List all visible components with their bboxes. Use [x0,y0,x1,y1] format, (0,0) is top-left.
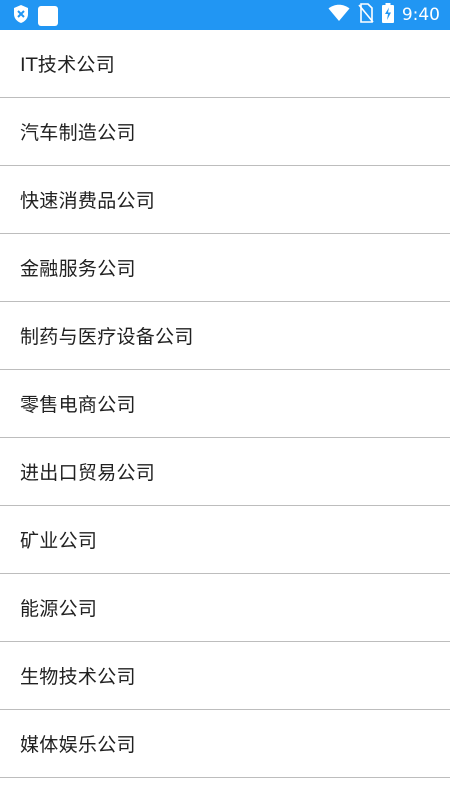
list-item[interactable]: 制药与医疗设备公司 [0,302,450,370]
list-item[interactable]: 零售电商公司 [0,370,450,438]
list-item-label: 能源公司 [20,598,98,620]
list-item[interactable]: 金融服务公司 [0,234,450,302]
list-item-label: 汽车制造公司 [20,122,136,144]
company-list: IT技术公司 汽车制造公司 快速消费品公司 金融服务公司制药与医疗设备公司 零售电商公司… [0,30,450,778]
status-left-icons [12,4,58,28]
list-item[interactable]: 进出口贸易公司 [0,438,450,506]
list-item[interactable]: 矿业公司 [0,506,450,574]
list-item-label: IT技术公司 [20,54,116,76]
list-item[interactable]: 生物技术公司 [0,642,450,710]
list-item[interactable]: 汽车制造公司 [0,98,450,166]
no-sim-icon [358,3,374,27]
shield-icon [12,4,30,28]
list-item[interactable]: IT技术公司 [0,30,450,98]
list-item[interactable]: 能源公司 [0,574,450,642]
list-item-label: 快速消费品公司 [20,190,156,212]
list-item-label: 进出口贸易公司 [20,462,156,484]
status-time: 9:40 [401,5,440,25]
notification-square-icon [38,6,58,26]
wifi-icon [328,4,350,26]
list-item-label: 矿业公司 [20,530,98,552]
list-item-label: 零售电商公司 [20,394,136,416]
list-item-label: 金融服务公司 [20,258,136,280]
list-item-label: 媒体娱乐公司 [20,734,136,756]
list-item-label: 生物技术公司 [20,666,136,688]
status-bar: 9:40 [0,0,450,30]
list-item[interactable]: 媒体娱乐公司 [0,710,450,778]
list-item-label: 制药与医疗设备公司 [20,326,194,348]
status-right-icons: 9:40 [328,3,440,27]
list-item[interactable]: 快速消费品公司 [0,166,450,234]
battery-charging-icon [381,3,394,27]
